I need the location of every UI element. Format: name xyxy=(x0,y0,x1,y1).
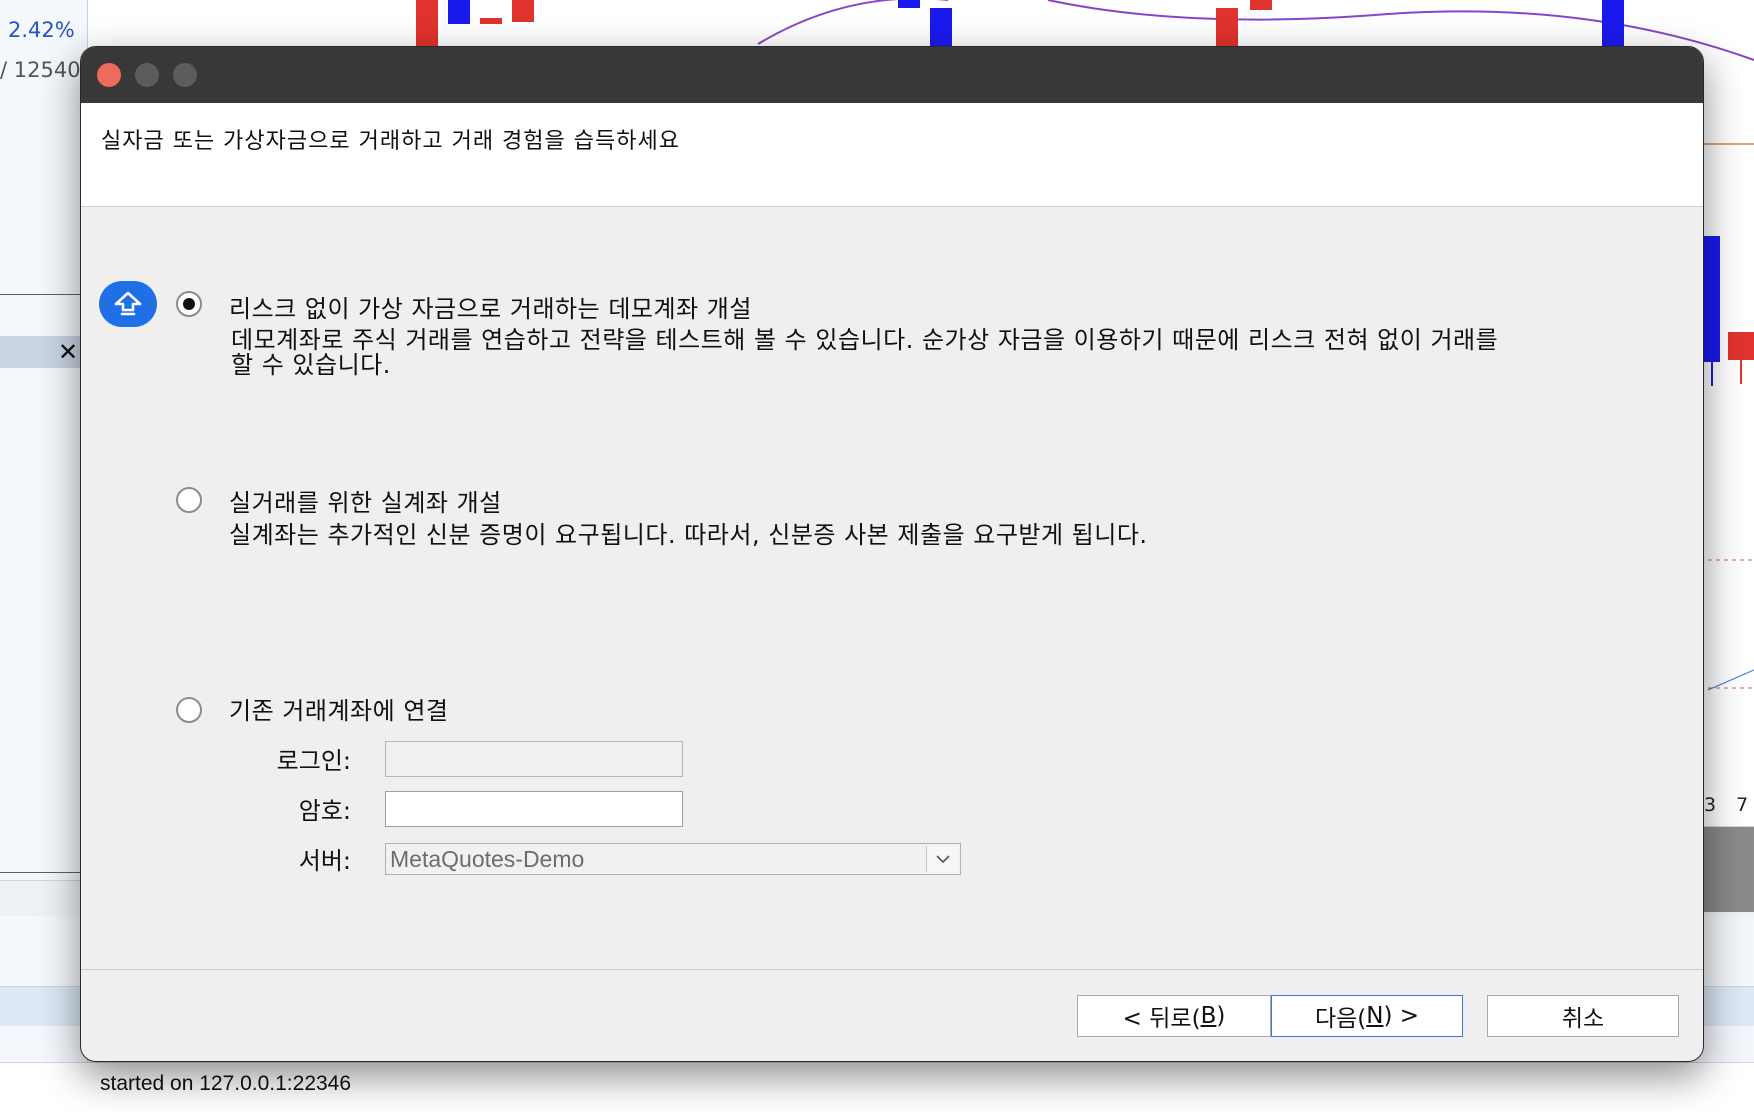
candle xyxy=(480,18,502,24)
maximize-icon[interactable] xyxy=(173,63,197,87)
candle xyxy=(416,0,438,46)
candle xyxy=(1216,8,1238,46)
real-account-title[interactable]: 실거래를 위한 실계좌 개설 xyxy=(229,483,502,518)
header-text: 실자금 또는 가상자금으로 거래하고 거래 경험을 습득하세요 xyxy=(101,129,680,154)
candle xyxy=(512,0,534,22)
volume-value: / 12540 xyxy=(0,58,81,82)
percent-value: 2.42% xyxy=(8,18,75,42)
server-label: 서버: xyxy=(298,847,351,875)
candle xyxy=(1602,0,1624,46)
candle xyxy=(1250,0,1272,10)
back-button-key: B xyxy=(1200,1003,1217,1029)
cancel-button[interactable]: 취소 xyxy=(1487,995,1679,1037)
back-button-suffix: ) xyxy=(1216,1003,1226,1029)
footer-divider xyxy=(81,969,1703,970)
candle xyxy=(898,0,920,8)
axis-label: 3 xyxy=(1704,794,1717,816)
axis-label: 7 xyxy=(1736,794,1749,816)
login-input[interactable] xyxy=(385,741,683,777)
candle xyxy=(1728,332,1754,360)
login-label: 로그인: xyxy=(276,747,351,775)
server-value: MetaQuotes-Demo xyxy=(390,846,585,872)
back-button[interactable]: < 뒤로(B) xyxy=(1077,995,1271,1037)
candle xyxy=(448,0,470,24)
next-button-suffix: ) > xyxy=(1383,1003,1420,1029)
demo-account-title[interactable]: 리스크 없이 가상 자금으로 거래하는 데모계좌 개설 xyxy=(229,289,752,324)
divider xyxy=(0,872,88,873)
next-button-prefix: 다음( xyxy=(1314,1006,1367,1032)
real-account-description: 실계좌는 추가적인 신분 증명이 요구됩니다. 따라서, 신분증 사본 제출을 … xyxy=(229,521,1148,549)
demo-account-icon xyxy=(99,281,157,327)
server-select[interactable]: MetaQuotes-Demo xyxy=(385,843,961,875)
dialog-header: 실자금 또는 가상자금으로 거래하고 거래 경험을 습득하세요 xyxy=(81,103,1703,207)
candle xyxy=(930,8,952,46)
demo-account-description-line2: 할 수 있습니다. xyxy=(231,351,391,379)
demo-account-description: 데모계좌로 주식 거래를 연습하고 전략을 테스트해 볼 수 있습니다. 순가상… xyxy=(231,326,1499,354)
real-account-radio[interactable] xyxy=(176,487,202,513)
minimize-icon[interactable] xyxy=(135,63,159,87)
candle xyxy=(1704,236,1720,362)
chart-footer-band xyxy=(1704,826,1754,912)
back-button-prefix: < 뒤로( xyxy=(1122,1006,1201,1032)
close-icon[interactable] xyxy=(97,63,121,87)
demo-account-radio[interactable] xyxy=(176,291,202,317)
candle-wick xyxy=(1740,360,1742,384)
candle-wick xyxy=(1711,362,1713,386)
existing-account-radio[interactable] xyxy=(176,697,202,723)
existing-account-title[interactable]: 기존 거래계좌에 연결 xyxy=(229,691,448,726)
next-button-key: N xyxy=(1366,1003,1384,1029)
close-x-icon[interactable]: ✕ xyxy=(54,336,82,368)
next-button[interactable]: 다음(N) > xyxy=(1271,995,1463,1037)
chevron-down-icon[interactable] xyxy=(926,846,958,872)
status-text: started on 127.0.0.1:22346 xyxy=(100,1072,352,1095)
left-panel: 2.42% / 12540 ✕ xyxy=(0,0,88,1112)
password-label: 암호: xyxy=(298,797,351,825)
title-bar xyxy=(81,47,1703,103)
password-input[interactable] xyxy=(385,791,683,827)
open-account-dialog: 실자금 또는 가상자금으로 거래하고 거래 경험을 습득하세요 리스크 없이 가… xyxy=(80,46,1704,1062)
divider xyxy=(0,294,88,295)
